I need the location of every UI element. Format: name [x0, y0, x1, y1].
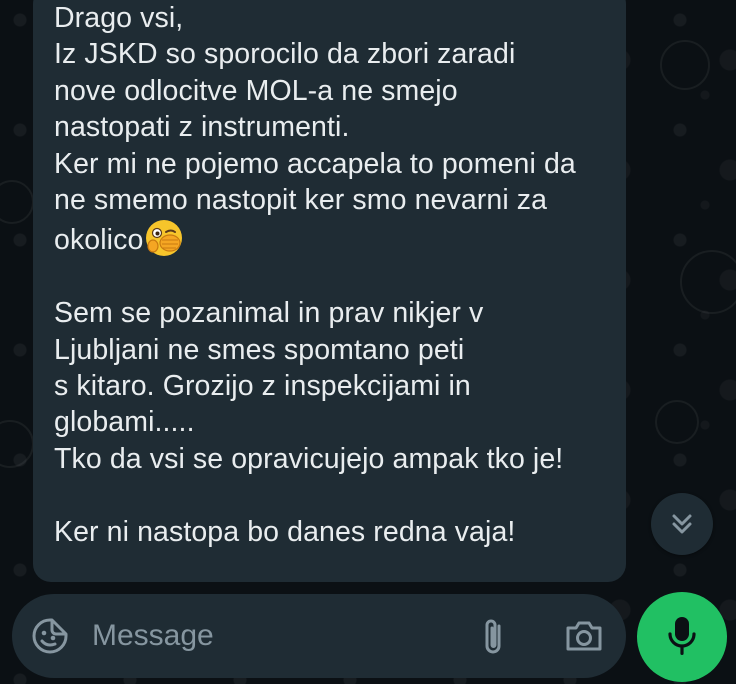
- message-line: [54, 259, 606, 295]
- message-line: Drago vsi,: [54, 0, 606, 36]
- microphone-icon: [668, 617, 696, 655]
- sticker-button[interactable]: [28, 614, 72, 658]
- message-line: Ker ni nastopa bo danes redna vaja!: [54, 514, 606, 550]
- scroll-to-bottom-button[interactable]: [651, 493, 713, 555]
- message-line-text: Iz JSKD so sporocilo da zbori zaradi: [54, 38, 516, 71]
- message-line: nove odlocitve MOL-a ne smejo: [54, 73, 606, 109]
- sticker-icon: [32, 618, 68, 654]
- message-line: ne smemo nastopit ker smo nevarni za: [54, 182, 606, 218]
- camera-icon: [566, 621, 602, 651]
- face-with-hand-over-mouth-emoji: [144, 218, 184, 258]
- message-line-text: nove odlocitve MOL-a ne smejo: [54, 74, 458, 107]
- attach-button[interactable]: [472, 614, 516, 658]
- wallpaper-doodle: [0, 420, 34, 468]
- message-line-text: s kitaro. Grozijo z inspekcijami in: [54, 370, 471, 403]
- message-line-text: ne smemo nastopit ker smo nevarni za: [54, 184, 548, 217]
- message-line: nastopati z instrumenti.: [54, 109, 606, 145]
- message-line: Sem se pozanimal in prav nikjer v: [54, 295, 606, 331]
- message-line-text: Ljubljani ne smes spomtano peti: [54, 333, 465, 366]
- message-text: Drago vsi, Iz JSKD so sporocilo da zbori …: [54, 0, 606, 550]
- message-line-text: okolico: [54, 224, 144, 257]
- message-line: Iz JSKD so sporocilo da zbori zaradi: [54, 36, 606, 72]
- camera-button[interactable]: [560, 614, 608, 658]
- wallpaper-doodle: [660, 40, 710, 90]
- message-composer: [12, 594, 626, 678]
- message-line: Ljubljani ne smes spomtano peti: [54, 332, 606, 368]
- message-line: okolico: [54, 218, 606, 258]
- wallpaper-doodle: [680, 250, 736, 314]
- message-line-text: nastopati z instrumenti.: [54, 111, 350, 144]
- message-line: globami.....: [54, 404, 606, 440]
- wallpaper-doodle: [0, 180, 34, 224]
- incoming-message-bubble[interactable]: Drago vsi, Iz JSKD so sporocilo da zbori …: [33, 0, 626, 582]
- message-line-text: Drago vsi,: [54, 2, 184, 34]
- message-input[interactable]: [92, 614, 462, 658]
- paperclip-icon: [485, 619, 501, 654]
- message-line: [54, 477, 606, 513]
- message-line-text: Ker mi ne pojemo accapela to pomeni da: [54, 147, 576, 180]
- wallpaper-doodle: [655, 400, 699, 444]
- voice-message-button[interactable]: [637, 592, 727, 682]
- message-line: Ker mi ne pojemo accapela to pomeni da: [54, 146, 606, 182]
- message-line-text: globami.....: [54, 406, 195, 439]
- message-line-text: Tko da vsi se opravicujejo ampak tko je!: [54, 442, 564, 475]
- message-line: Tko da vsi se opravicujejo ampak tko je!: [54, 441, 606, 477]
- message-line: s kitaro. Grozijo z inspekcijami in: [54, 368, 606, 404]
- double-chevron-down-icon: [672, 514, 692, 534]
- message-line-text: Ker ni nastopa bo danes redna vaja!: [54, 515, 516, 548]
- message-line-text: Sem se pozanimal in prav nikjer v: [54, 297, 484, 330]
